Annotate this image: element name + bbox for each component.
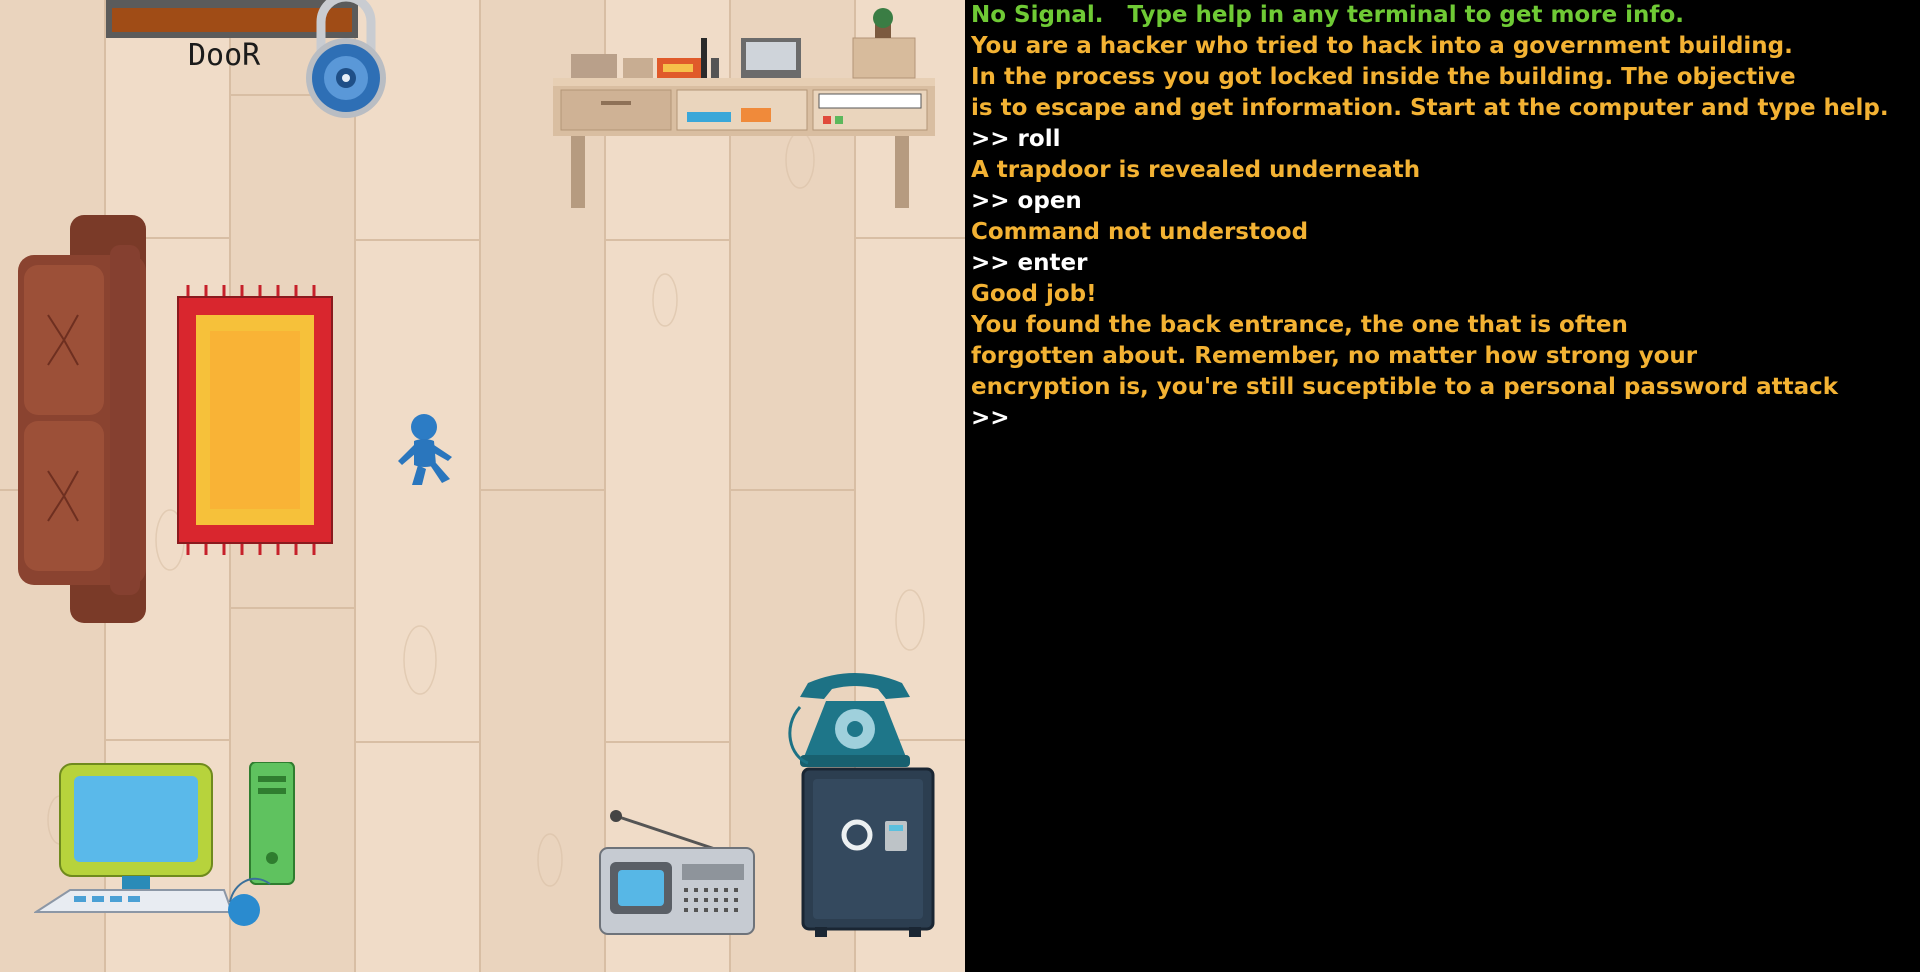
terminal-status-line: No Signal. Type help in any terminal to … xyxy=(971,2,1684,28)
terminal-command-line: >> roll xyxy=(971,126,1061,152)
rug-icon xyxy=(177,285,333,555)
desk-icon xyxy=(553,8,935,208)
player[interactable] xyxy=(396,413,460,489)
desk[interactable] xyxy=(553,8,935,208)
terminal-output-line: You are a hacker who tried to hack into … xyxy=(971,33,1793,59)
terminal-output-line: forgotten about. Remember, no matter how… xyxy=(971,343,1698,369)
telephone-icon xyxy=(788,673,910,767)
terminal-output-line: A trapdoor is revealed underneath xyxy=(971,157,1421,183)
terminal-command-line: >> xyxy=(971,405,1010,431)
terminal-panel[interactable]: No Signal. Type help in any terminal to … xyxy=(971,0,1920,972)
terminal-output-line: In the process you got locked inside the… xyxy=(971,64,1796,90)
terminal-output-line: Command not understood xyxy=(971,219,1309,245)
computer[interactable] xyxy=(34,762,296,930)
safe[interactable] xyxy=(801,767,935,939)
door-label: DooR xyxy=(188,38,261,73)
terminal-command-line: >> open xyxy=(971,188,1082,214)
padlock[interactable] xyxy=(305,0,387,122)
sofa-icon xyxy=(18,215,146,623)
sofa[interactable] xyxy=(18,215,146,623)
rug[interactable] xyxy=(176,285,334,555)
player-icon xyxy=(398,414,452,485)
radio[interactable] xyxy=(598,808,756,936)
telephone[interactable] xyxy=(786,667,924,769)
terminal-output-line: You found the back entrance, the one tha… xyxy=(971,312,1628,338)
room-view[interactable]: DooR xyxy=(0,0,965,972)
safe-icon xyxy=(801,767,935,937)
terminal-output-line: is to escape and get information. Start … xyxy=(971,95,1889,121)
terminal-output-line: Good job! xyxy=(971,281,1097,307)
computer-icon xyxy=(34,762,295,926)
terminal-command-line: >> enter xyxy=(971,250,1088,276)
padlock-icon xyxy=(306,0,386,118)
terminal-output-line: encryption is, you're still suceptible t… xyxy=(971,374,1839,400)
radio-icon xyxy=(599,810,755,935)
